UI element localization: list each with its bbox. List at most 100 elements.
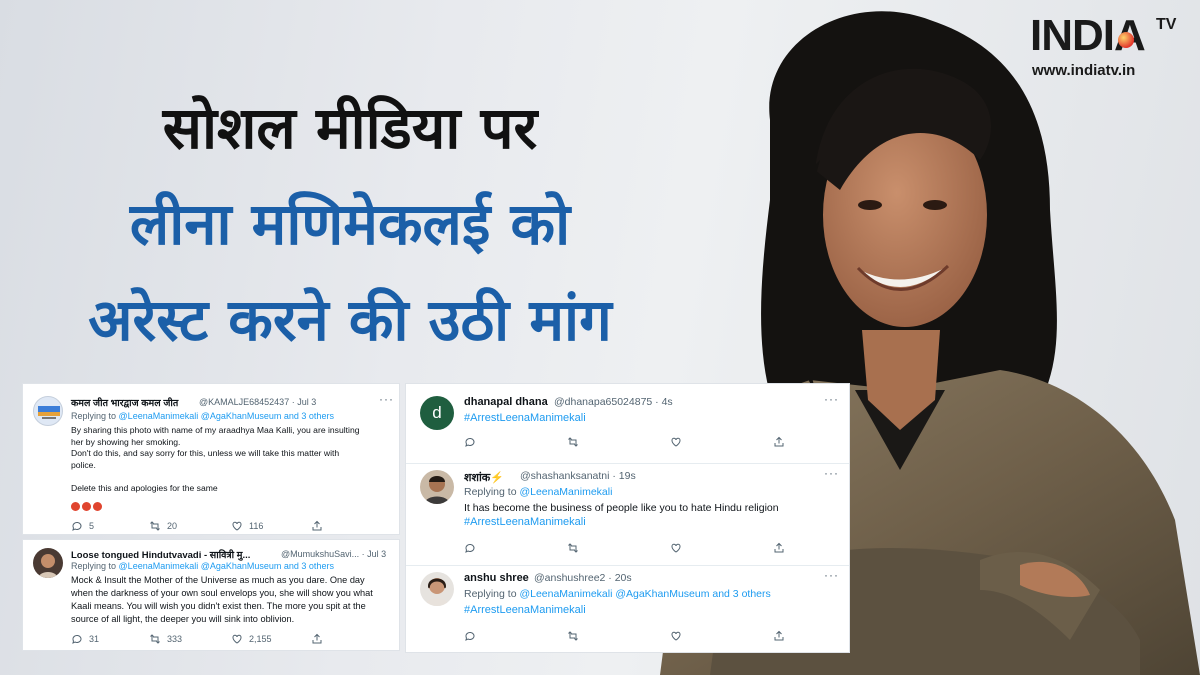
replying-to-handles[interactable]: @LeenaManimekali @AgaKhanMuseum and 3 ot… bbox=[119, 561, 334, 571]
share-action[interactable] bbox=[773, 630, 791, 642]
tweet-text-line: Delete this and apologies for the same bbox=[71, 482, 218, 493]
replying-to: Replying to @LeenaManimekali bbox=[464, 486, 612, 498]
user-name[interactable]: Loose tongued Hindutvavadi - सावित्री मु… bbox=[71, 548, 250, 561]
user-handle-time: @dhanapa65024875 · 4s bbox=[554, 396, 673, 408]
indiatv-logo: INDIA TV www.indiatv.in bbox=[1030, 10, 1190, 82]
tweet-text-line: Kaali means. You will wish you didn't ex… bbox=[71, 601, 366, 611]
tweet[interactable]: शशांक⚡ @shashanksanatni · 19s ··· Replyi… bbox=[406, 464, 849, 564]
retweet-action[interactable] bbox=[567, 542, 670, 554]
user-name[interactable]: शशांक⚡ bbox=[464, 470, 504, 485]
logo-brand-suffix: TV bbox=[1156, 16, 1177, 33]
user-avatar[interactable] bbox=[33, 396, 63, 426]
retweet-action[interactable] bbox=[567, 630, 670, 642]
logo-url: www.indiatv.in bbox=[1032, 62, 1136, 79]
retweet-action[interactable]: 20 bbox=[149, 520, 231, 532]
reply-icon bbox=[465, 437, 475, 447]
globe-icon bbox=[1118, 32, 1134, 48]
tweet-text-line: when the darkness of your own soul envel… bbox=[71, 588, 373, 598]
tweet-text: By sharing this photo with name of my ar… bbox=[71, 425, 396, 494]
user-avatar[interactable] bbox=[420, 572, 454, 606]
user-avatar[interactable] bbox=[420, 470, 454, 504]
hashtag-link[interactable]: #ArrestLeenaManimekali bbox=[464, 604, 586, 616]
replying-to-handles[interactable]: @LeenaManimekali @AgaKhanMuseum and 3 ot… bbox=[119, 411, 334, 421]
tweet-text-line: By sharing this photo with name of my ar… bbox=[71, 425, 360, 435]
retweet-count: 333 bbox=[167, 634, 183, 644]
reply-count: 31 bbox=[89, 634, 100, 644]
tweet-actions bbox=[464, 630, 791, 642]
replying-to-handles[interactable]: @LeenaManimekali bbox=[519, 486, 612, 498]
user-avatar[interactable]: d bbox=[420, 396, 454, 430]
more-options-icon[interactable]: ··· bbox=[824, 392, 839, 406]
replying-to: Replying to @LeenaManimekali @AgaKhanMus… bbox=[464, 588, 771, 600]
angry-face-icon bbox=[93, 502, 102, 511]
reply-action[interactable]: 5 bbox=[71, 520, 149, 532]
reply-action[interactable]: 31 bbox=[71, 633, 149, 645]
share-icon bbox=[312, 520, 322, 531]
reply-action[interactable] bbox=[464, 542, 567, 554]
like-action[interactable]: 116 bbox=[231, 520, 311, 532]
tweet-text: Mock & Insult the Mother of the Universe… bbox=[71, 574, 396, 626]
reply-icon bbox=[72, 521, 82, 531]
tweet[interactable]: anshu shree @anshushree2 · 20s ··· Reply… bbox=[406, 566, 849, 654]
retweet-action[interactable]: 333 bbox=[149, 633, 231, 645]
more-options-icon[interactable]: ··· bbox=[824, 568, 839, 582]
heart-icon bbox=[232, 521, 242, 531]
heart-icon bbox=[671, 543, 681, 553]
tweet-text-line: source of all light, the deeper you will… bbox=[71, 614, 295, 624]
retweet-action[interactable] bbox=[567, 436, 670, 448]
reply-count: 5 bbox=[89, 521, 95, 531]
user-name[interactable]: dhanapal dhana bbox=[464, 396, 548, 408]
tweet-actions bbox=[464, 542, 791, 554]
emoji-row bbox=[71, 502, 102, 511]
more-options-icon[interactable]: ··· bbox=[824, 466, 839, 480]
user-avatar[interactable] bbox=[33, 548, 63, 578]
like-count: 2,155 bbox=[249, 634, 272, 644]
share-icon bbox=[312, 633, 322, 644]
tweet-actions: 31 333 2,155 bbox=[71, 633, 329, 645]
heart-icon bbox=[671, 631, 681, 641]
more-options-icon[interactable]: ··· bbox=[379, 392, 394, 406]
like-action[interactable] bbox=[670, 630, 773, 642]
retweet-icon bbox=[150, 521, 160, 531]
share-icon bbox=[774, 630, 784, 641]
share-action[interactable] bbox=[311, 633, 329, 645]
user-name[interactable]: कमल जीत भारद्वाज कमल जीत bbox=[71, 396, 178, 409]
heart-icon bbox=[232, 634, 242, 644]
replying-prefix: Replying to bbox=[71, 561, 117, 571]
share-action[interactable] bbox=[311, 520, 329, 532]
replying-to-handles[interactable]: @LeenaManimekali @AgaKhanMuseum and 3 ot… bbox=[519, 588, 770, 600]
headline-line-2: लीना मणिमेकलई को bbox=[129, 190, 571, 258]
share-icon bbox=[774, 436, 784, 447]
avatar-letter: d bbox=[432, 403, 442, 422]
like-action[interactable]: 2,155 bbox=[231, 633, 311, 645]
hashtag-link[interactable]: #ArrestLeenaManimekali bbox=[464, 516, 586, 528]
retweet-icon bbox=[150, 634, 160, 644]
replying-to: Replying to @LeenaManimekali @AgaKhanMus… bbox=[71, 561, 334, 571]
like-action[interactable] bbox=[670, 436, 773, 448]
user-handle-time: @anshushree2 · 20s bbox=[534, 572, 632, 584]
tweet-card[interactable]: कमल जीत भारद्वाज कमल जीत @KAMALJE6845243… bbox=[22, 383, 400, 535]
headline: सोशल मीडिया पर लीना मणिमेकलई को अरेस्ट क… bbox=[0, 80, 700, 368]
tweet-actions bbox=[464, 436, 791, 448]
share-action[interactable] bbox=[773, 436, 791, 448]
retweet-icon bbox=[568, 631, 578, 641]
tweet-card[interactable]: Loose tongued Hindutvavadi - सावित्री मु… bbox=[22, 539, 400, 651]
retweet-icon bbox=[568, 437, 578, 447]
replying-to: Replying to @LeenaManimekali @AgaKhanMus… bbox=[71, 411, 334, 421]
share-action[interactable] bbox=[773, 542, 791, 554]
user-handle-time: @MumukshuSavi... · Jul 3 bbox=[281, 549, 387, 559]
reply-action[interactable] bbox=[464, 630, 567, 642]
replying-prefix: Replying to bbox=[464, 486, 517, 498]
user-name[interactable]: anshu shree bbox=[464, 572, 529, 584]
like-action[interactable] bbox=[670, 542, 773, 554]
reply-icon bbox=[72, 634, 82, 644]
share-icon bbox=[774, 542, 784, 553]
angry-face-icon bbox=[82, 502, 91, 511]
reply-icon bbox=[465, 631, 475, 641]
heart-icon bbox=[671, 437, 681, 447]
reply-action[interactable] bbox=[464, 436, 567, 448]
tweet[interactable]: d dhanapal dhana @dhanapa65024875 · 4s ·… bbox=[406, 384, 849, 462]
replying-prefix: Replying to bbox=[71, 411, 117, 421]
reply-icon bbox=[465, 543, 475, 553]
hashtag-link[interactable]: #ArrestLeenaManimekali bbox=[464, 412, 586, 424]
